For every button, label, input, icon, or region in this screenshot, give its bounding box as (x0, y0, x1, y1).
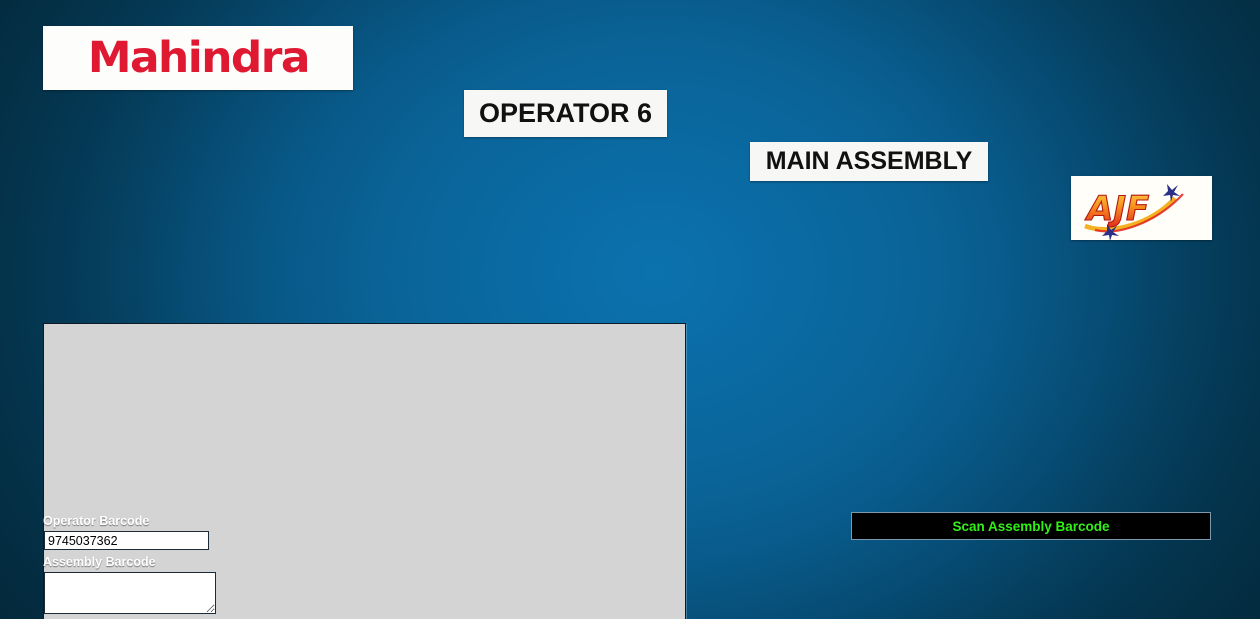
application-window: Mahindra OPERATOR 6 MAIN ASSEMBLY AJF Op… (0, 0, 1260, 619)
status-bar: Scan Assembly Barcode (851, 512, 1211, 540)
assembly-barcode-input[interactable] (44, 572, 216, 614)
station-title-text: MAIN ASSEMBLY (765, 147, 973, 175)
station-title: MAIN ASSEMBLY (750, 142, 988, 181)
operator-barcode-label: Operator Barcode (43, 514, 150, 528)
ajf-logo-graphic: AJF (1083, 184, 1184, 240)
assembly-barcode-label: Assembly Barcode (43, 555, 156, 569)
operator-title: OPERATOR 6 (464, 90, 667, 137)
svg-text:AJF: AJF (1084, 189, 1149, 229)
status-message: Scan Assembly Barcode (952, 518, 1110, 534)
operator-barcode-input[interactable] (44, 531, 209, 550)
mahindra-logo-text: Mahindra (87, 32, 310, 83)
ajf-logo: AJF (1071, 176, 1212, 240)
operator-title-text: OPERATOR 6 (478, 98, 653, 128)
mahindra-logo: Mahindra (43, 26, 353, 90)
